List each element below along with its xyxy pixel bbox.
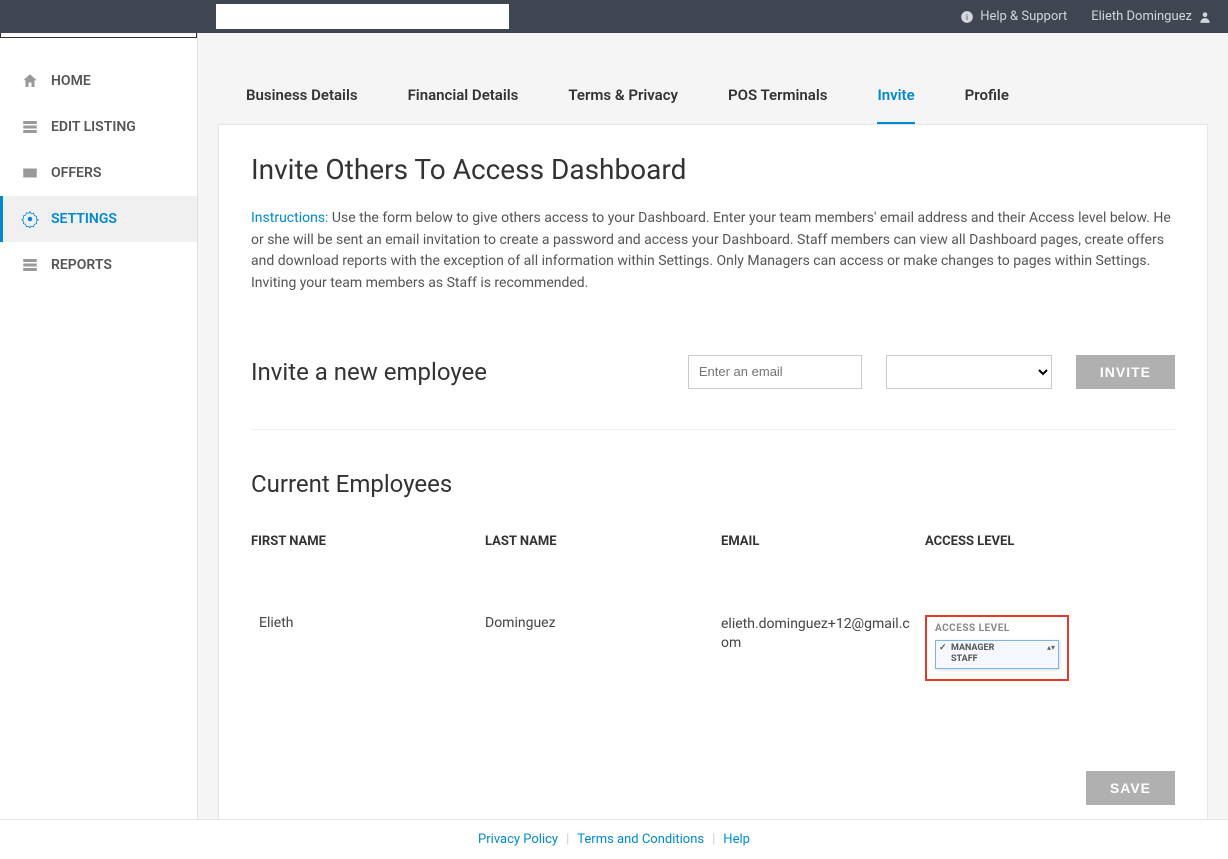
- check-icon: ✓: [939, 643, 947, 655]
- main: Business Details Financial Details Terms…: [198, 33, 1228, 846]
- help-support-link[interactable]: i Help & Support: [960, 9, 1067, 24]
- tab-terms-privacy[interactable]: Terms & Privacy: [568, 86, 678, 124]
- tab-pos-terminals[interactable]: POS Terminals: [728, 86, 827, 124]
- access-level-popup[interactable]: ACCESS LEVEL ▴▾ ✓ MANAGER STAFF: [925, 615, 1069, 681]
- info-icon: i: [960, 10, 974, 24]
- updown-icon: ▴▾: [1047, 643, 1055, 652]
- access-popup-select[interactable]: ▴▾ ✓ MANAGER STAFF: [935, 640, 1059, 669]
- tab-business-details[interactable]: Business Details: [246, 86, 358, 124]
- sidebar-item-label: EDIT LISTING: [51, 119, 136, 135]
- access-option-manager[interactable]: ✓ MANAGER: [939, 643, 1047, 655]
- col-last-name: LAST NAME: [485, 534, 721, 549]
- sidebar-item-home[interactable]: HOME: [0, 58, 197, 104]
- save-row: SAVE: [251, 771, 1175, 805]
- table-header: FIRST NAME LAST NAME EMAIL ACCESS LEVEL: [251, 526, 1175, 557]
- user-menu[interactable]: Elieth Dominguez: [1091, 9, 1212, 24]
- instructions-body: Use the form below to give others access…: [251, 210, 1171, 291]
- list-icon: [21, 118, 39, 136]
- footer-privacy-link[interactable]: Privacy Policy: [478, 832, 558, 847]
- sidebar-item-reports[interactable]: REPORTS: [0, 242, 197, 288]
- access-option-label: MANAGER: [951, 643, 994, 655]
- col-access-level: ACCESS LEVEL: [925, 534, 1125, 549]
- access-option-label: STAFF: [951, 654, 978, 666]
- cell-last-name: Dominguez: [485, 615, 721, 631]
- search-input[interactable]: [216, 4, 509, 29]
- cell-email: elieth.dominguez+12@gmail.com: [721, 615, 925, 654]
- col-first-name: FIRST NAME: [251, 534, 485, 549]
- employees-section: Current Employees FIRST NAME LAST NAME E…: [251, 470, 1175, 711]
- svg-text:i: i: [966, 11, 968, 21]
- access-popup-title: ACCESS LEVEL: [935, 623, 1059, 634]
- page-title: Invite Others To Access Dashboard: [251, 153, 1175, 186]
- tab-financial-details[interactable]: Financial Details: [408, 86, 519, 124]
- gear-icon: [21, 210, 39, 228]
- footer: Privacy Policy | Terms and Conditions | …: [0, 819, 1228, 859]
- footer-separator: |: [712, 832, 715, 847]
- employees-table: FIRST NAME LAST NAME EMAIL ACCESS LEVEL …: [251, 526, 1175, 711]
- invite-row: Invite a new employee INVITE: [251, 355, 1175, 430]
- cell-access-level: ACCESS LEVEL ▴▾ ✓ MANAGER STAFF: [925, 615, 1125, 681]
- sidebar-item-label: REPORTS: [51, 257, 112, 273]
- employees-heading: Current Employees: [251, 470, 1175, 498]
- table-row: Elieth Dominguez elieth.dominguez+12@gma…: [251, 557, 1175, 711]
- footer-separator: |: [566, 832, 569, 847]
- invite-card: Invite Others To Access Dashboard Instru…: [218, 124, 1208, 846]
- sidebar-nav: HOME EDIT LISTING OFFERS SETTINGS REPORT…: [0, 38, 197, 288]
- footer-terms-link[interactable]: Terms and Conditions: [577, 832, 704, 847]
- sidebar-item-edit-listing[interactable]: EDIT LISTING: [0, 104, 197, 150]
- cell-first-name: Elieth: [251, 615, 485, 631]
- sidebar-item-label: OFFERS: [51, 165, 101, 181]
- footer-help-link[interactable]: Help: [723, 832, 750, 847]
- col-email: EMAIL: [721, 534, 925, 549]
- sidebar-item-label: HOME: [51, 73, 91, 89]
- user-icon: [1198, 10, 1212, 24]
- save-button[interactable]: SAVE: [1086, 771, 1175, 805]
- sidebar-item-label: SETTINGS: [51, 211, 117, 227]
- access-option-staff[interactable]: STAFF: [939, 654, 1055, 666]
- tag-icon: [21, 164, 39, 182]
- invite-heading: Invite a new employee: [251, 358, 664, 386]
- instructions-label: Instructions:: [251, 210, 328, 226]
- reports-icon: [21, 256, 39, 274]
- home-icon: [21, 72, 39, 90]
- topbar-right: i Help & Support Elieth Dominguez: [960, 9, 1212, 24]
- sidebar: BEST OF CITY HOME EDIT LISTING OFFERS SE…: [0, 0, 198, 820]
- access-level-select[interactable]: [886, 355, 1052, 389]
- sidebar-item-offers[interactable]: OFFERS: [0, 150, 197, 196]
- topbar: i Help & Support Elieth Dominguez: [0, 0, 1228, 33]
- sidebar-item-settings[interactable]: SETTINGS: [0, 196, 197, 242]
- help-support-label: Help & Support: [980, 9, 1067, 24]
- tab-invite[interactable]: Invite: [877, 86, 914, 124]
- instructions-text: Instructions: Use the form below to give…: [251, 208, 1175, 295]
- user-name: Elieth Dominguez: [1091, 9, 1192, 24]
- settings-tabs: Business Details Financial Details Terms…: [198, 66, 1228, 124]
- invite-button[interactable]: INVITE: [1076, 355, 1175, 389]
- email-field[interactable]: [688, 355, 862, 389]
- tab-profile[interactable]: Profile: [965, 86, 1009, 124]
